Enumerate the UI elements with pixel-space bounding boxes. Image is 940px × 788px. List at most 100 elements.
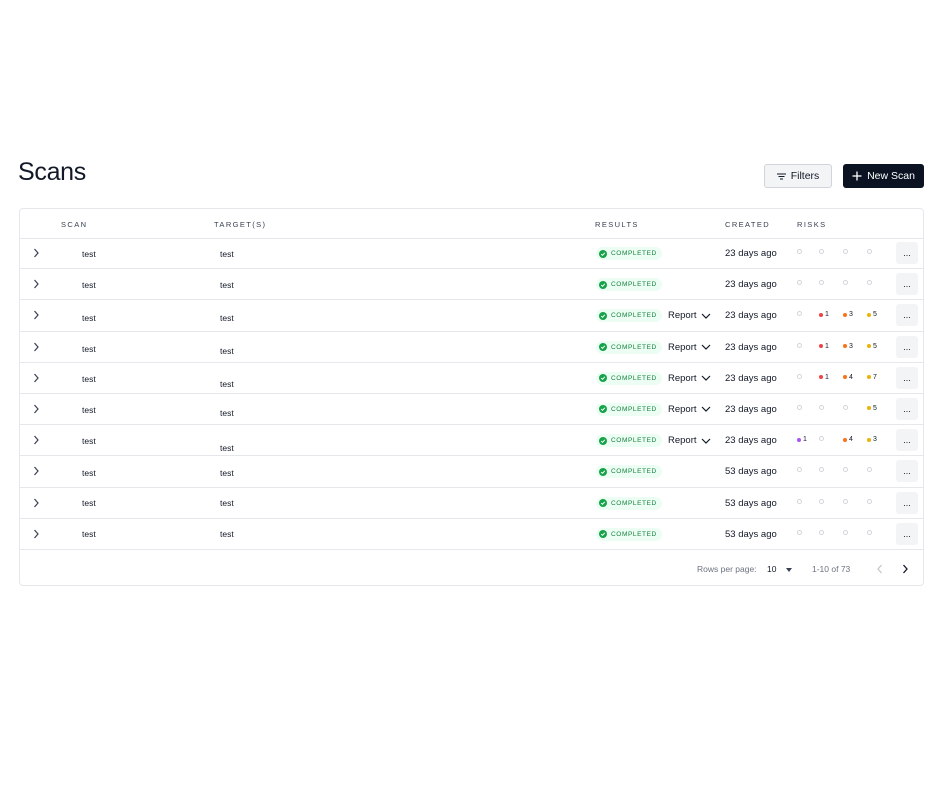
scan-name[interactable]: test bbox=[82, 468, 96, 478]
column-header-scan[interactable]: SCAN bbox=[61, 220, 87, 229]
new-scan-button[interactable]: New Scan bbox=[843, 164, 924, 188]
table-row[interactable]: test test COMPLETED Report 23 days ago 5... bbox=[20, 394, 923, 426]
risk-empty bbox=[843, 467, 848, 473]
status-text: COMPLETED bbox=[611, 374, 657, 382]
risk-dot-icon bbox=[867, 344, 871, 349]
filters-button-label: Filters bbox=[790, 170, 820, 182]
check-circle-icon bbox=[599, 249, 607, 258]
filter-lines-icon bbox=[776, 173, 786, 179]
risk-empty-dot-icon bbox=[797, 498, 802, 504]
risk-empty bbox=[843, 404, 848, 410]
row-actions-button[interactable]: ... bbox=[896, 397, 918, 420]
table-row[interactable]: test test COMPLETED 23 days ago... bbox=[20, 269, 923, 301]
chevron-right-icon[interactable] bbox=[31, 497, 41, 509]
report-dropdown[interactable]: Report bbox=[668, 435, 711, 446]
scan-name[interactable]: test bbox=[82, 280, 96, 290]
status-badge: COMPLETED bbox=[596, 402, 662, 416]
scan-name[interactable]: test bbox=[82, 374, 96, 384]
filters-button[interactable]: Filters bbox=[764, 164, 832, 188]
table-row[interactable]: test test COMPLETED 23 days ago... bbox=[20, 238, 923, 270]
row-actions-button[interactable]: ... bbox=[896, 304, 918, 327]
table-row[interactable]: test test COMPLETED 53 days ago... bbox=[20, 519, 923, 550]
table-row[interactable]: test test COMPLETED Report 23 days ago 1 3 5... bbox=[20, 300, 923, 332]
row-actions-button[interactable]: ... bbox=[896, 460, 918, 483]
status-text: COMPLETED bbox=[611, 250, 657, 257]
row-actions-button[interactable]: ... bbox=[896, 522, 918, 545]
status-badge: COMPLETED bbox=[596, 247, 662, 260]
scan-name[interactable]: test bbox=[82, 529, 96, 539]
row-actions-button[interactable]: ... bbox=[896, 335, 918, 358]
column-header-results[interactable]: RESULTS bbox=[595, 220, 639, 229]
check-circle-icon bbox=[599, 499, 607, 507]
row-actions-button[interactable]: ... bbox=[896, 366, 918, 389]
report-dropdown[interactable]: Report bbox=[668, 342, 711, 353]
check-circle-icon bbox=[599, 280, 607, 289]
risk-empty bbox=[819, 436, 824, 442]
risk-count-value: 1 bbox=[803, 436, 807, 444]
table-row[interactable]: test test COMPLETED Report 23 days ago 1 4 7... bbox=[20, 363, 923, 394]
risk-count: 3 bbox=[843, 343, 853, 350]
chevron-right-icon[interactable] bbox=[31, 341, 41, 353]
row-actions-button[interactable]: ... bbox=[896, 491, 918, 514]
risk-count-value: 1 bbox=[825, 373, 829, 381]
risk-empty-dot-icon bbox=[797, 280, 802, 286]
risk-dot-icon bbox=[867, 406, 871, 411]
more-label: ... bbox=[903, 403, 911, 414]
chevron-right-icon[interactable] bbox=[31, 465, 41, 477]
created-date: 53 days ago bbox=[725, 528, 777, 540]
chevron-right-icon[interactable] bbox=[31, 528, 41, 540]
risk-empty-dot-icon bbox=[867, 467, 872, 473]
row-actions-button[interactable]: ... bbox=[896, 429, 918, 452]
risk-empty bbox=[797, 249, 802, 254]
chevron-right-icon[interactable] bbox=[31, 309, 41, 321]
row-actions-button[interactable]: ... bbox=[896, 273, 918, 296]
report-dropdown[interactable]: Report bbox=[668, 310, 711, 321]
check-circle-icon bbox=[599, 436, 607, 445]
column-header-created[interactable]: CREATED bbox=[725, 220, 770, 229]
scan-name[interactable]: test bbox=[82, 313, 96, 323]
scan-name[interactable]: test bbox=[82, 405, 96, 415]
scan-target: test bbox=[220, 345, 234, 356]
table-row[interactable]: test test COMPLETED Report 23 days ago 1 4 3... bbox=[20, 425, 923, 457]
more-label: ... bbox=[903, 310, 911, 321]
risk-empty-dot-icon bbox=[843, 529, 848, 535]
caret-down-icon[interactable] bbox=[786, 568, 792, 572]
risk-count: 1 bbox=[819, 374, 829, 381]
report-dropdown[interactable]: Report bbox=[668, 373, 711, 384]
table-row[interactable]: test test COMPLETED 53 days ago... bbox=[20, 456, 923, 488]
chevron-right-icon[interactable] bbox=[31, 434, 41, 446]
column-header-risks[interactable]: RISKS bbox=[797, 220, 827, 229]
rows-per-page-label: Rows per page: bbox=[697, 564, 757, 574]
more-label: ... bbox=[903, 248, 911, 258]
rows-per-page-select[interactable]: 10 bbox=[767, 564, 776, 574]
status-badge: COMPLETED bbox=[596, 496, 662, 510]
risk-count: 4 bbox=[843, 374, 853, 381]
risk-count: 1 bbox=[797, 436, 807, 443]
chevron-left-icon[interactable] bbox=[875, 563, 885, 575]
table-row[interactable]: test test COMPLETED 53 days ago... bbox=[20, 488, 923, 519]
risk-count: 3 bbox=[843, 311, 853, 318]
risk-count-value: 4 bbox=[849, 436, 853, 444]
scan-name[interactable]: test bbox=[82, 344, 96, 354]
scan-target: test bbox=[220, 407, 234, 418]
risk-empty-dot-icon bbox=[843, 498, 848, 504]
column-header-targets[interactable]: TARGET(S) bbox=[214, 220, 266, 229]
risk-count-value: 3 bbox=[873, 436, 877, 444]
report-dropdown[interactable]: Report bbox=[668, 404, 711, 415]
risk-empty-dot-icon bbox=[819, 249, 824, 254]
scan-name[interactable]: test bbox=[82, 498, 96, 508]
scan-name[interactable]: test bbox=[82, 249, 96, 259]
chevron-right-icon[interactable] bbox=[31, 372, 41, 384]
table-row[interactable]: test test COMPLETED Report 23 days ago 1 3 5... bbox=[20, 332, 923, 363]
risk-empty bbox=[819, 249, 824, 254]
scan-target: test bbox=[220, 280, 234, 291]
risk-empty bbox=[843, 529, 848, 535]
risk-empty bbox=[819, 280, 824, 286]
scan-name[interactable]: test bbox=[82, 436, 96, 446]
chevron-right-icon[interactable] bbox=[31, 247, 41, 259]
row-actions-button[interactable]: ... bbox=[896, 242, 918, 264]
risk-empty bbox=[867, 280, 872, 286]
chevron-right-icon[interactable] bbox=[31, 403, 41, 415]
chevron-right-icon[interactable] bbox=[900, 563, 910, 575]
chevron-right-icon[interactable] bbox=[31, 278, 41, 290]
